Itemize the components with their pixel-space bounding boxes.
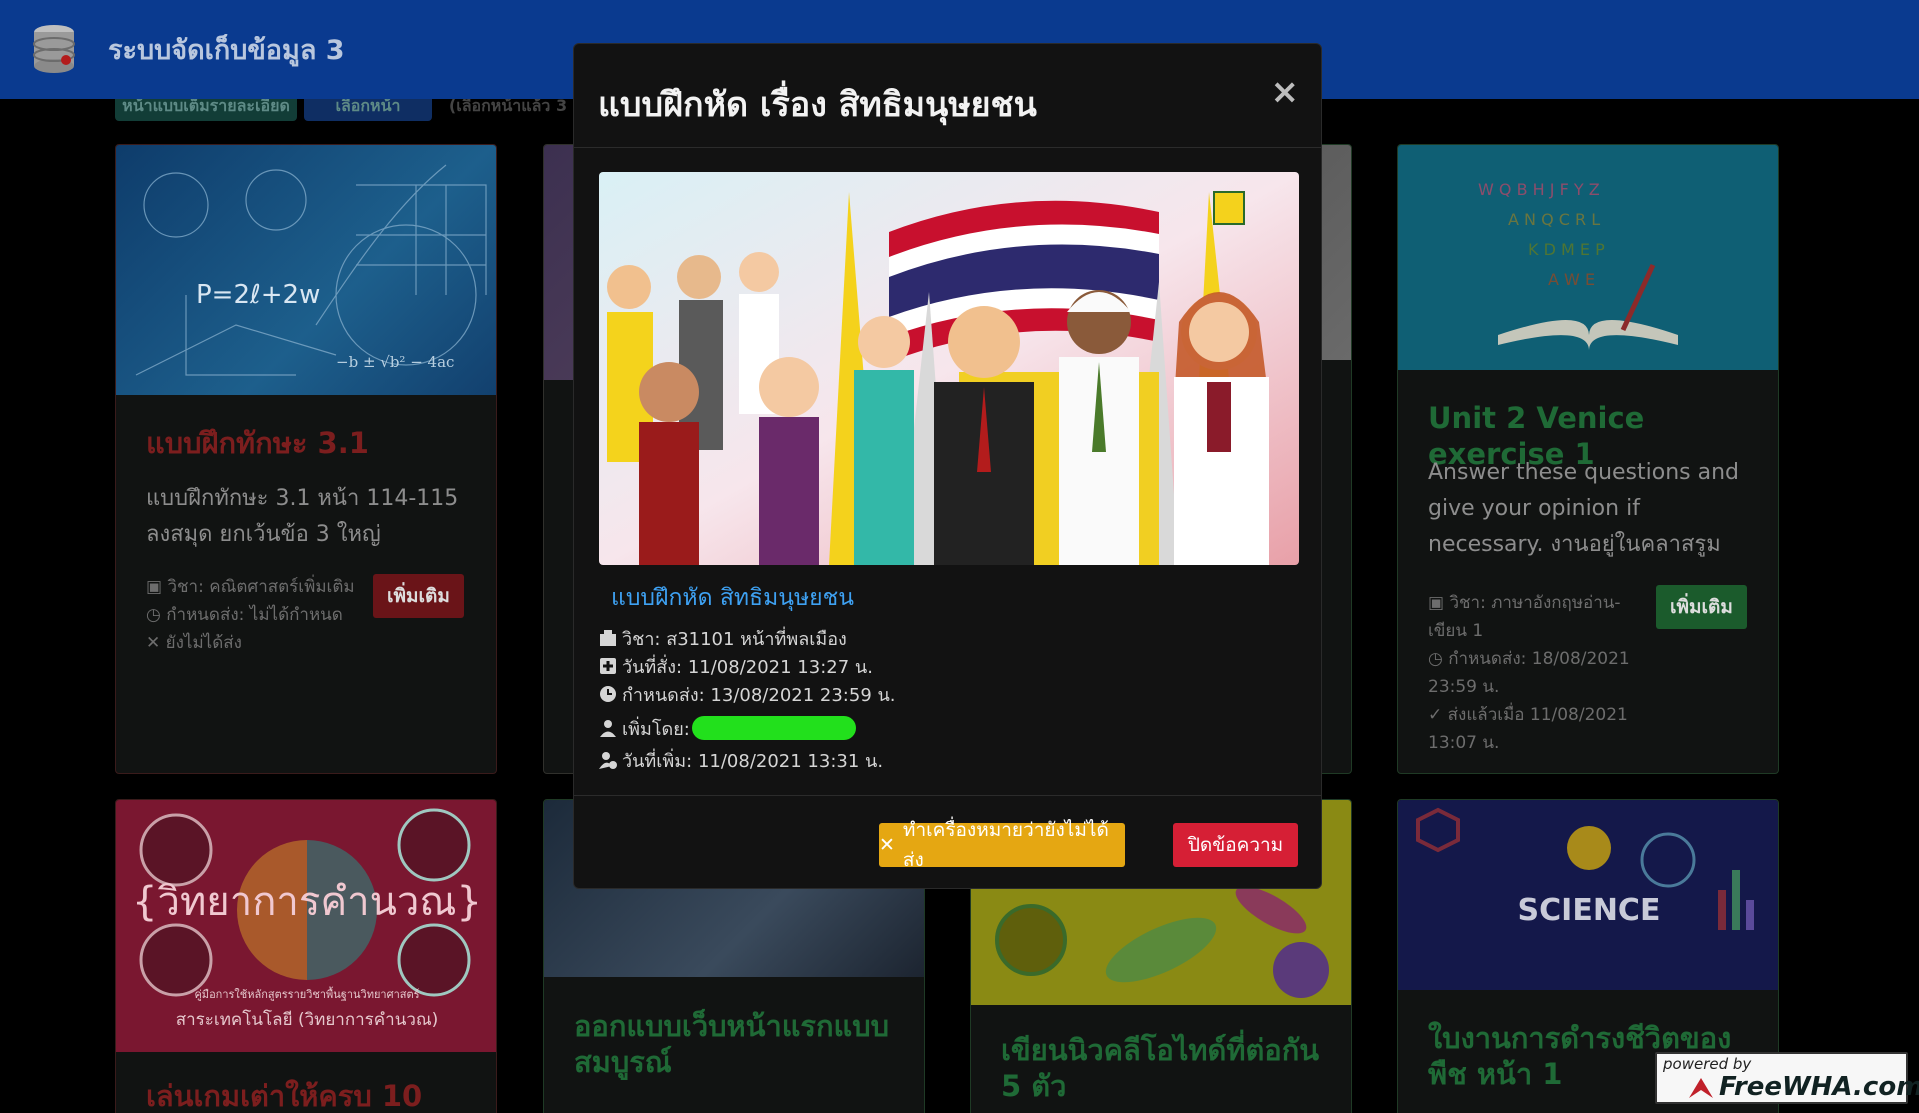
card-status: ✓ ส่งแล้วเมื่อ 11/08/2021 13:07 น. xyxy=(1428,701,1648,757)
svg-text:SCIENCE: SCIENCE xyxy=(1518,893,1661,928)
assignment-card[interactable]: P=2ℓ+2w −b ± √b² − 4ac แบบฝึกทักษะ 3.1 แ… xyxy=(115,144,497,774)
card-image: {วิทยาการคำนวณ} คู่มือการใช้หลักสูตรรายว… xyxy=(116,800,496,1052)
mark-not-submitted-button[interactable]: ✕ ทำเครื่องหมายว่ายังไม่ได้ส่ง xyxy=(879,819,1125,871)
meta-added-on: วันที่เพิ่ม: 11/08/2021 13:31 น. xyxy=(598,746,896,774)
card-status-text: ส่งแล้วเมื่อ 11/08/2021 13:07 น. xyxy=(1428,705,1628,753)
card-due-text: กำหนดส่ง: ไม่ได้กำหนด xyxy=(166,605,343,625)
card-meta: ▣ วิชา: ภาษาอังกฤษอ่าน-เขียน 1 ◷ กำหนดส่… xyxy=(1428,589,1648,757)
meta-added-on-text: วันที่เพิ่ม: 11/08/2021 13:31 น. xyxy=(622,750,884,772)
assignment-link[interactable]: แบบฝึกหัด สิทธิมนุษยชน xyxy=(611,580,854,616)
card-title[interactable]: เขียนนิวคลีโอไทด์ที่ต่อกัน 5 ตัว xyxy=(1001,1032,1331,1104)
more-button[interactable]: เพิ่มเติม xyxy=(373,574,464,618)
svg-text:สาระเทคโนโลยี (วิทยาการคำนวณ): สาระเทคโนโลยี (วิทยาการคำนวณ) xyxy=(176,1009,439,1030)
card-status: ✕ ยังไม่ได้ส่ง xyxy=(146,629,355,657)
meta-due: กำหนดส่ง: 13/08/2021 23:59 น. xyxy=(598,680,896,708)
modal-header: แบบฝึกหัด เรื่อง สิทธิมนุษยชน × xyxy=(574,44,1321,148)
open-book-illustration: W Q B H J F Y Z A N Q C R L K D M E P A … xyxy=(1478,180,1678,350)
meta-ordered: วันที่สั่ง: 11/08/2021 13:27 น. xyxy=(598,652,896,680)
card-title[interactable]: เล่นเกมเต่าให้ครบ 10 ด่าน xyxy=(146,1078,476,1113)
meta-due-text: กำหนดส่ง: 13/08/2021 23:59 น. xyxy=(622,684,896,706)
freewha-text: FreeWHA.com xyxy=(1719,1072,1919,1102)
card-image: P=2ℓ+2w −b ± √b² − 4ac xyxy=(116,145,496,395)
freewha-logo-icon xyxy=(1689,1078,1713,1098)
meta-subject-text: วิชา: ส31101 หน้าที่พลเมือง xyxy=(622,628,847,650)
fullview-button[interactable]: หน้าแบบเต็มรายละเอียด xyxy=(115,99,297,121)
assignment-card[interactable]: {วิทยาการคำนวณ} คู่มือการใช้หลักสูตรรายว… xyxy=(115,799,497,1113)
close-icon[interactable]: × xyxy=(1271,72,1300,112)
svg-text:A W E: A W E xyxy=(1548,270,1595,289)
card-image: W Q B H J F Y Z A N Q C R L K D M E P A … xyxy=(1398,145,1778,370)
book-icon: ▣ xyxy=(1428,593,1450,613)
meta-added-by: เพิ่มโดย: xyxy=(598,714,896,742)
modal-title: แบบฝึกหัด เรื่อง สิทธิมนุษยชน xyxy=(598,85,1037,125)
card-description: Answer these questions and give your opi… xyxy=(1428,460,1740,557)
svg-text:A N Q C R L: A N Q C R L xyxy=(1508,210,1600,229)
clock-icon xyxy=(600,686,616,702)
svg-text:P=2ℓ+2w: P=2ℓ+2w xyxy=(196,280,320,310)
assignment-modal: แบบฝึกหัด เรื่อง สิทธิมนุษยชน × แบบฝึกหั… xyxy=(573,43,1322,889)
svg-text:{วิทยาการคำนวณ}: {วิทยาการคำนวณ} xyxy=(132,879,482,925)
site-title[interactable]: ระบบจัดเก็บข้อมูล 3 xyxy=(108,28,345,71)
card-due: ◷ กำหนดส่ง: 18/08/2021 23:59 น. xyxy=(1428,645,1648,701)
x-icon: ✕ xyxy=(146,633,166,653)
card-subject: ▣ วิชา: คณิตศาสตร์เพิ่มเติม xyxy=(146,573,355,601)
select-page-button[interactable]: เลือกหน้า xyxy=(304,99,432,121)
more-button[interactable]: เพิ่มเติม xyxy=(1656,585,1747,629)
clock-icon: ◷ xyxy=(146,605,167,625)
card-subject-text: วิชา: ภาษาอังกฤษอ่าน-เขียน 1 xyxy=(1428,593,1621,641)
clock-icon: ◷ xyxy=(1428,649,1449,669)
card-due: ◷ กำหนดส่ง: ไม่ได้กำหนด xyxy=(146,601,355,629)
powered-by-text: powered by xyxy=(1663,1055,1752,1073)
card-subject: ▣ วิชา: ภาษาอังกฤษอ่าน-เขียน 1 xyxy=(1428,589,1648,645)
card-due-text: กำหนดส่ง: 18/08/2021 23:59 น. xyxy=(1428,649,1630,697)
meta-added-by-text: เพิ่มโดย: xyxy=(622,718,690,740)
user-clock-icon xyxy=(599,752,617,769)
modal-footer: ✕ ทำเครื่องหมายว่ายังไม่ได้ส่ง ปิดข้อควา… xyxy=(574,795,1321,890)
redacted-name xyxy=(691,716,856,740)
close-modal-button[interactable]: ปิดข้อความ xyxy=(1173,823,1298,867)
database-icon[interactable] xyxy=(30,24,78,76)
card-meta: ▣ วิชา: คณิตศาสตร์เพิ่มเติม ◷ กำหนดส่ง: … xyxy=(146,573,355,657)
computing-illustration: {วิทยาการคำนวณ} คู่มือการใช้หลักสูตรรายว… xyxy=(132,808,482,1030)
svg-text:K D M E P: K D M E P xyxy=(1528,240,1605,259)
card-image: SCIENCE xyxy=(1398,800,1778,990)
plus-square-icon xyxy=(600,658,616,674)
math-chalkboard-illustration: P=2ℓ+2w −b ± √b² − 4ac xyxy=(135,164,487,376)
powered-by-badge[interactable]: powered by FreeWHA.com xyxy=(1655,1052,1919,1104)
modal-meta-list: วิชา: ส31101 หน้าที่พลเมือง วันที่สั่ง: … xyxy=(598,624,896,774)
science-illustration: SCIENCE xyxy=(1416,807,1754,930)
card-title[interactable]: แบบฝึกทักษะ 3.1 xyxy=(146,425,476,461)
user-icon xyxy=(600,720,616,737)
book-icon: ▣ xyxy=(146,577,168,597)
human-rights-illustration xyxy=(599,172,1299,565)
svg-text:W Q B H J F Y Z: W Q B H J F Y Z xyxy=(1478,180,1600,199)
card-description: แบบฝึกทักษะ 3.1 หน้า 114-115 ลงสมุด ยกเว… xyxy=(146,486,459,547)
assignment-card[interactable]: W Q B H J F Y Z A N Q C R L K D M E P A … xyxy=(1397,144,1779,774)
page-info-text: (เลือกหน้าแล้ว 3 xyxy=(448,99,568,115)
x-icon: ✕ xyxy=(879,834,895,856)
card-title[interactable]: ออกแบบเว็บหน้าแรกแบบสมบูรณ์ xyxy=(574,1008,904,1080)
card-subject-text: วิชา: คณิตศาสตร์เพิ่มเติม xyxy=(167,577,355,597)
book-icon xyxy=(600,630,616,646)
modal-image xyxy=(599,172,1299,565)
mark-not-submitted-label: ทำเครื่องหมายว่ายังไม่ได้ส่ง xyxy=(902,819,1109,871)
svg-text:คู่มือการใช้หลักสูตรรายวิชาพื้: คู่มือการใช้หลักสูตรรายวิชาพื้นฐานวิทยาศ… xyxy=(194,986,419,1001)
check-icon: ✓ xyxy=(1428,705,1448,725)
meta-subject: วิชา: ส31101 หน้าที่พลเมือง xyxy=(598,624,896,652)
card-status-text: ยังไม่ได้ส่ง xyxy=(165,633,242,653)
meta-ordered-text: วันที่สั่ง: 11/08/2021 13:27 น. xyxy=(622,656,873,678)
svg-text:−b ± √b² − 4ac: −b ± √b² − 4ac xyxy=(336,353,454,371)
